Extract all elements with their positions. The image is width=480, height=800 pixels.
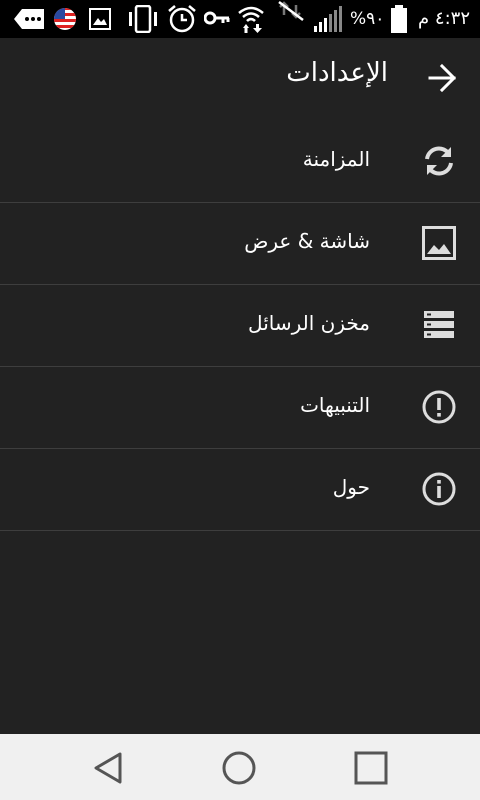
no-data-icon [278, 1, 304, 21]
settings-item-about[interactable]: حول [0, 449, 480, 531]
settings-item-label: المزامنة [302, 147, 370, 171]
settings-item-label: شاشة & عرض [244, 229, 370, 253]
toolbar: الإعدادات [0, 38, 480, 118]
page-title: الإعدادات [286, 58, 388, 88]
status-bar: %٩٠ ٤:٣٢ م [0, 0, 480, 38]
storage-icon [424, 311, 454, 338]
settings-item-storage[interactable]: مخزن الرسائل [0, 285, 480, 367]
battery-icon [391, 5, 407, 33]
back-triangle-icon[interactable] [90, 750, 126, 786]
navigation-bar [0, 734, 480, 800]
settings-item-sync[interactable]: المزامنة [0, 121, 480, 203]
recents-square-icon[interactable] [353, 750, 389, 786]
vibrate-icon [129, 5, 157, 33]
settings-item-label: مخزن الرسائل [248, 311, 370, 335]
settings-item-label: حول [332, 475, 370, 499]
settings-item-display[interactable]: شاشة & عرض [0, 203, 480, 285]
settings-item-label: التنبيهات [300, 393, 370, 417]
signal-icon [314, 6, 342, 32]
info-icon [422, 472, 456, 506]
more-icon [14, 9, 44, 29]
settings-item-alerts[interactable]: التنبيهات [0, 367, 480, 449]
settings-list: المزامنة شاشة & عرض مخزن الرسائل التنبيه… [0, 121, 480, 531]
alarm-icon [168, 5, 196, 33]
alert-icon [422, 390, 456, 424]
home-circle-icon[interactable] [221, 750, 257, 786]
image-icon [422, 226, 456, 260]
us-flag-icon [54, 8, 76, 30]
vpn-key-icon [204, 11, 230, 25]
status-time: ٤:٣٢ م [418, 8, 470, 29]
arrow-back-icon[interactable] [424, 60, 460, 96]
wifi-icon [238, 6, 264, 33]
battery-percent: %٩٠ [350, 9, 385, 29]
sync-icon [425, 146, 453, 176]
image-icon [89, 8, 111, 30]
